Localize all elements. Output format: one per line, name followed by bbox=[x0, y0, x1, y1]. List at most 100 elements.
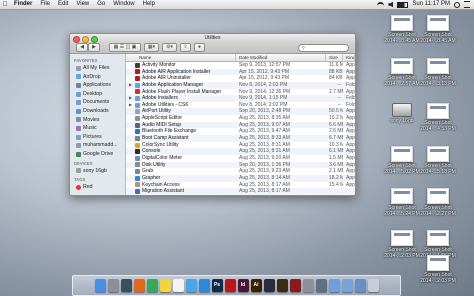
dock-folder-icon[interactable] bbox=[328, 279, 340, 292]
sidebar-item[interactable]: Desktop bbox=[70, 90, 125, 99]
menu-file[interactable]: File bbox=[36, 0, 54, 9]
desktop-screenshot-file[interactable]: Screen Shot 2014-...5.18 PM bbox=[416, 146, 460, 175]
disclosure-triangle-icon[interactable]: ▶ bbox=[128, 102, 133, 109]
column-size[interactable]: Size bbox=[326, 54, 343, 61]
dock-firefox-icon[interactable] bbox=[133, 279, 145, 292]
column-name[interactable]: Name bbox=[126, 54, 236, 61]
dock-mission-control-icon[interactable] bbox=[120, 279, 132, 292]
file-row[interactable]: AirPort Utility Sep 20, 2013, 2:48 PM 50.5… bbox=[126, 108, 355, 116]
file-row[interactable]: ▶ Adobe Utilities - CS6 Nov 8, 2014, 2:02 … bbox=[126, 102, 355, 109]
sidebar-item-label: Desktop bbox=[83, 90, 103, 97]
menu-go[interactable]: Go bbox=[93, 0, 109, 9]
file-row[interactable]: ColorSync Utility Aug 25, 2013, 8:31 AM 10… bbox=[126, 142, 355, 149]
file-row[interactable]: ▶ Adobe Application Manager Nov 8, 2014, 2… bbox=[126, 81, 355, 89]
menu-finder[interactable]: Finder bbox=[10, 0, 36, 9]
desktop-screenshot-file[interactable]: Screen Shot 2014-...8.45 AM bbox=[416, 15, 460, 44]
sidebar-item[interactable]: Music bbox=[70, 124, 125, 133]
file-row[interactable]: ▶ Adobe Installers Nov 9, 2014, 1:15 PM -- F… bbox=[126, 95, 355, 102]
dock-trash-icon[interactable] bbox=[367, 279, 379, 292]
title-bar[interactable]: Utilities bbox=[70, 34, 355, 43]
apple-menu-icon[interactable]:  bbox=[0, 0, 10, 9]
dock-premiere-icon[interactable] bbox=[263, 279, 275, 292]
action-gear-button[interactable]: ⚙▾ bbox=[162, 43, 177, 52]
file-row[interactable]: Console Aug 25, 2013, 8:31 AM 6.1 MBApp bbox=[126, 148, 355, 155]
menu-view[interactable]: View bbox=[72, 0, 93, 9]
notification-center-icon[interactable] bbox=[464, 1, 470, 8]
file-kind: App bbox=[346, 181, 355, 188]
back-button[interactable]: ◀ bbox=[76, 43, 88, 52]
sidebar-item[interactable]: Google Drive bbox=[70, 150, 125, 159]
dock-photoshop-icon[interactable]: Ps bbox=[211, 279, 223, 292]
dock-illustrator-icon[interactable]: Ai bbox=[250, 279, 262, 292]
desktop-screenshot-file[interactable]: Screen Shot 2014-...2.03 PM bbox=[416, 255, 460, 284]
menu-help[interactable]: Help bbox=[139, 0, 159, 9]
dock-chrome-icon[interactable] bbox=[146, 279, 158, 292]
dock-calendar-icon[interactable] bbox=[172, 279, 184, 292]
file-row[interactable]: Bluetooth File Exchange Aug 25, 2013, 9:4… bbox=[126, 128, 355, 135]
file-name: Grapher bbox=[142, 174, 161, 181]
disclosure-triangle-icon[interactable]: ▶ bbox=[128, 95, 133, 102]
app-icon bbox=[135, 175, 140, 181]
file-row[interactable]: DigitalColor Meter Aug 25, 2013, 9:20 AM 1… bbox=[126, 155, 355, 162]
tags-button[interactable]: ● bbox=[194, 43, 205, 52]
file-kind: App bbox=[346, 174, 355, 181]
column-date-modified[interactable]: Date Modified bbox=[236, 54, 326, 61]
dock-indesign-icon[interactable]: Id bbox=[237, 279, 249, 292]
battery-icon[interactable] bbox=[397, 1, 409, 8]
dock-documents-icon[interactable] bbox=[341, 279, 353, 292]
spotlight-icon[interactable] bbox=[454, 1, 460, 8]
menu-edit[interactable]: Edit bbox=[54, 0, 72, 9]
share-button[interactable]: ⇧ bbox=[180, 43, 191, 52]
sidebar-item[interactable]: Downloads bbox=[70, 107, 125, 116]
dock-fireworks-icon[interactable] bbox=[276, 279, 288, 292]
file-row[interactable]: Adobe AIR Uninstaller Apr 15, 2012, 9:43 … bbox=[126, 75, 355, 82]
sidebar-item[interactable]: Documents bbox=[70, 98, 125, 107]
view-mode-buttons[interactable]: ▦ ☰ ◫ ▣ bbox=[109, 43, 141, 52]
sidebar-item[interactable]: AirDrop bbox=[70, 73, 125, 82]
dock-utility-icon[interactable] bbox=[315, 279, 327, 292]
dock-system-preferences-icon[interactable] bbox=[302, 279, 314, 292]
file-row[interactable]: Activity Monitor Sep 9, 2013, 12:57 PM 11.… bbox=[126, 62, 355, 69]
sidebar-item[interactable]: muhammadd... bbox=[70, 141, 125, 150]
file-row[interactable]: Grab Aug 25, 2013, 9:23 AM 2.1 MBApp bbox=[126, 168, 355, 175]
sidebar-item[interactable]: Red bbox=[70, 183, 125, 192]
volume-icon[interactable] bbox=[388, 1, 394, 8]
menu-window[interactable]: Window bbox=[109, 0, 138, 9]
zoom-window-button[interactable] bbox=[91, 35, 98, 43]
search-field[interactable]: ⚲ bbox=[298, 43, 349, 52]
desktop-screenshot-file[interactable]: Screen Shot 2014-...3.13 PM bbox=[416, 58, 460, 87]
file-row[interactable]: AppleScript Editor Aug 25, 2013, 8:35 AM 1… bbox=[126, 115, 355, 122]
sidebar-item[interactable]: Pictures bbox=[70, 133, 125, 142]
file-row[interactable]: Adobe AIR Application Installer Apr 15, 2… bbox=[126, 68, 355, 76]
sidebar-item[interactable]: Applications bbox=[70, 81, 125, 90]
desktop-screenshot-file[interactable]: Screen Shot 2014-...4.53 PM bbox=[416, 103, 460, 132]
dock-downloads-icon[interactable] bbox=[354, 279, 366, 292]
file-row[interactable]: Migration Assistant Aug 25, 2013, 8:17 AM bbox=[126, 188, 355, 195]
sidebar-item[interactable]: Movies bbox=[70, 116, 125, 125]
dock-app-store-icon[interactable] bbox=[198, 279, 210, 292]
disclosure-triangle-icon[interactable]: ▶ bbox=[128, 82, 133, 89]
wifi-icon[interactable] bbox=[377, 2, 385, 7]
column-kind[interactable]: Kind bbox=[343, 54, 355, 61]
file-row[interactable]: Audio MIDI Setup Aug 25, 2013, 9:07 AM 6.6… bbox=[126, 121, 355, 129]
file-row[interactable]: Keychain Access Aug 25, 2013, 8:17 AM 15.4… bbox=[126, 182, 355, 189]
dock-finder-icon[interactable] bbox=[94, 279, 106, 292]
menu-clock[interactable]: Sun 11:17 PM bbox=[412, 0, 450, 9]
arrange-button[interactable]: ▦▾ bbox=[144, 43, 159, 52]
file-row[interactable]: Grapher Aug 25, 2013, 8:14 AM 18.2 MBApp bbox=[126, 174, 355, 182]
close-window-button[interactable] bbox=[73, 35, 80, 43]
dock-acrobat-icon[interactable] bbox=[224, 279, 236, 292]
sidebar-item[interactable]: All My Files bbox=[70, 64, 125, 73]
sidebar-item[interactable]: sony 16gb bbox=[70, 167, 125, 176]
dock-stickies-icon[interactable] bbox=[159, 279, 171, 292]
file-row[interactable]: Disk Utility Sep 20, 2013, 1:36 PM 3.6 MBA… bbox=[126, 161, 355, 169]
dock-itunes-icon[interactable] bbox=[185, 279, 197, 292]
file-row[interactable]: Boot Camp Assistant Aug 25, 2013, 8:33 AM… bbox=[126, 135, 355, 142]
file-row[interactable]: Adobe Flash Player Install Manager Nov 9,… bbox=[126, 89, 355, 96]
minimize-window-button[interactable] bbox=[82, 35, 89, 43]
desktop-screenshot-file[interactable]: Screen Shot 2014-...2.27 PM bbox=[416, 188, 460, 217]
dock-flash-icon[interactable] bbox=[289, 279, 301, 292]
dock-launchpad-icon[interactable] bbox=[107, 279, 119, 292]
forward-button[interactable]: ▶ bbox=[88, 43, 100, 52]
file-size: 18.2 MB bbox=[329, 174, 343, 181]
